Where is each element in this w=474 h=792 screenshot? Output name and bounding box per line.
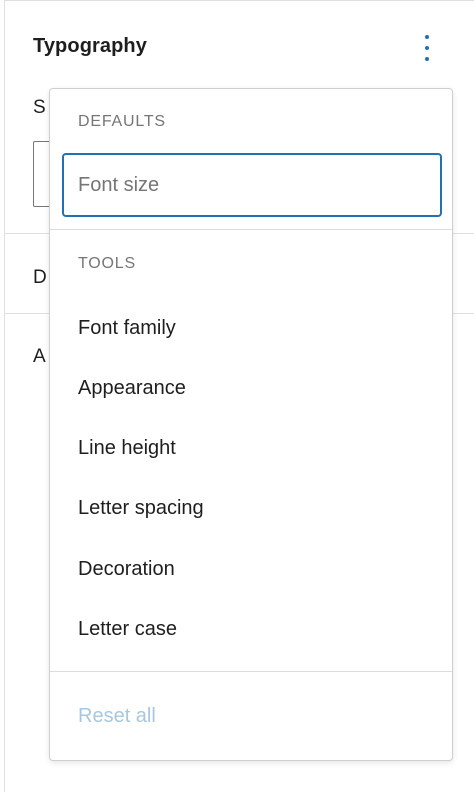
typography-options-menu: DEFAULTS Font size TOOLS Font family App… <box>49 88 453 761</box>
reset-all-button[interactable]: Reset all <box>78 705 156 728</box>
font-size-label: Font size <box>78 173 160 196</box>
menu-item-letter-case[interactable]: Letter case <box>78 618 177 641</box>
dimensions-label-partial: D <box>33 267 47 288</box>
menu-item-font-family[interactable]: Font family <box>78 317 176 340</box>
menu-divider <box>50 671 452 672</box>
menu-item-line-height[interactable]: Line height <box>78 437 176 460</box>
menu-item-decoration[interactable]: Decoration <box>78 558 175 581</box>
menu-item-appearance[interactable]: Appearance <box>78 377 186 400</box>
typography-panel: Typography S D A DEFAULTS Font size TOOL… <box>4 0 474 792</box>
size-label-partial: S <box>33 97 46 118</box>
defaults-heading: DEFAULTS <box>78 113 166 130</box>
menu-item-letter-spacing[interactable]: Letter spacing <box>78 497 204 520</box>
panel-title: Typography <box>33 35 147 57</box>
advanced-label-partial: A <box>33 346 46 367</box>
menu-divider <box>50 229 452 230</box>
more-vertical-icon[interactable] <box>416 33 438 63</box>
menu-item-font-size[interactable]: Font size <box>62 153 442 217</box>
tools-heading: TOOLS <box>78 255 136 272</box>
